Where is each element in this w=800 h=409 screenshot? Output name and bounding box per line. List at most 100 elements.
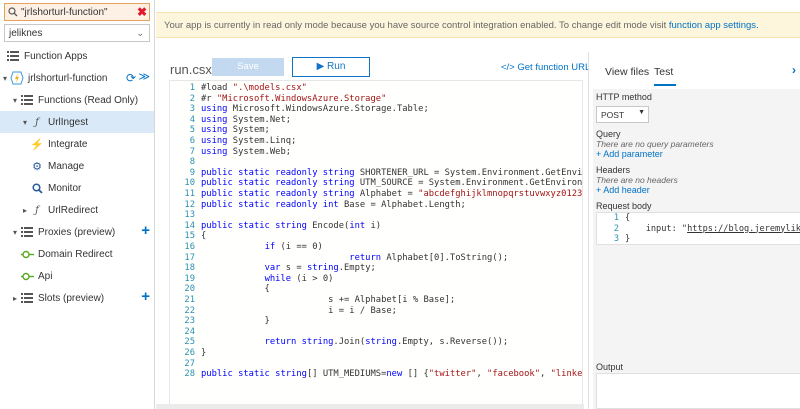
code-token: } bbox=[201, 348, 207, 358]
code-token: s += Alphabet[i % Base]; bbox=[201, 295, 456, 305]
function-app-settings-link[interactable]: function app settings. bbox=[669, 20, 759, 31]
code-token: using bbox=[201, 114, 228, 125]
request-body-line: 3} bbox=[597, 234, 800, 244]
line-number: 8 bbox=[189, 157, 195, 168]
test-panel-body: HTTP method POST ▼ Query There are no qu… bbox=[593, 89, 800, 409]
code-line: 2 #r "Microsoft.WindowsAzure.Storage" bbox=[170, 94, 582, 105]
list-icon bbox=[6, 49, 20, 63]
sidebar-item-urlingest[interactable]: ▾ ƒ UrlIngest bbox=[0, 111, 154, 133]
tab-test[interactable]: Test bbox=[654, 66, 673, 78]
code-token: using bbox=[201, 146, 228, 157]
code-token: new bbox=[386, 369, 403, 380]
run-button[interactable]: ▶ Run bbox=[292, 57, 370, 77]
add-slot-icon[interactable]: + bbox=[141, 288, 150, 305]
file-name: run.csx bbox=[170, 62, 212, 77]
banner-text: Your app is currently in read only mode … bbox=[164, 20, 669, 31]
line-number: 21 bbox=[184, 295, 195, 305]
query-label: Query bbox=[596, 129, 621, 139]
save-button[interactable]: Save bbox=[212, 58, 284, 76]
function-icon: ƒ bbox=[35, 204, 39, 216]
proxy-icon bbox=[20, 247, 34, 261]
horizontal-scrollbar[interactable] bbox=[156, 404, 584, 409]
sidebar-item-app[interactable]: ▾ jrlshorturl-function ⟳ ≫ bbox=[0, 67, 154, 89]
code-token: using bbox=[201, 125, 228, 136]
code-line: 4 using System.Net; bbox=[170, 114, 582, 126]
code-token: public static string bbox=[201, 369, 307, 380]
sidebar-item-label: Proxies (preview) bbox=[38, 226, 116, 238]
chevron-down-icon: ▼ bbox=[638, 109, 645, 116]
line-number: 25 bbox=[184, 337, 195, 348]
line-number: 15 bbox=[184, 231, 195, 242]
sidebar-item-domain-redirect[interactable]: Domain Redirect bbox=[0, 243, 154, 265]
sidebar-item-slots[interactable]: ▸ Slots (preview) + bbox=[0, 287, 154, 309]
subscription-select[interactable]: jeliknes ⌄ bbox=[4, 24, 150, 42]
add-proxy-icon[interactable]: + bbox=[141, 222, 150, 239]
code-token: System.Web; bbox=[227, 146, 292, 157]
request-body-editor[interactable]: 1{2 input: "https://blog.jeremylikne 3} bbox=[596, 212, 800, 245]
refresh-icon[interactable]: ⟳ bbox=[126, 71, 136, 85]
caret-down-icon: ▾ bbox=[22, 117, 27, 127]
search-value: "jrlshorturl-function" bbox=[21, 6, 108, 18]
sidebar-item-monitor[interactable]: Monitor bbox=[0, 177, 154, 199]
sidebar-item-label: Function Apps bbox=[24, 50, 88, 62]
code-token: Alphabet = bbox=[354, 189, 419, 199]
code-token: (i == 0) bbox=[275, 242, 323, 252]
code-token: "linkedin" bbox=[550, 369, 583, 380]
search-input[interactable]: "jrlshorturl-function" ✖ bbox=[4, 3, 150, 21]
sidebar-item-integrate[interactable]: ⚡ Integrate bbox=[0, 133, 154, 155]
code-token: , bbox=[540, 369, 551, 380]
collapse-icon[interactable]: ≫ bbox=[138, 70, 150, 83]
sidebar-item-proxies[interactable]: ▾ Proxies (preview) + bbox=[0, 221, 154, 243]
sidebar-item-manage[interactable]: ⚙ Manage bbox=[0, 155, 154, 177]
add-header-link[interactable]: + Add header bbox=[596, 185, 650, 195]
code-line: 28 public static string[] UTM_MEDIUMS=new… bbox=[170, 369, 583, 380]
clear-search-icon[interactable]: ✖ bbox=[135, 5, 149, 19]
azure-portal: "jrlshorturl-function" ✖ jeliknes ⌄ Func… bbox=[0, 0, 800, 409]
list-icon bbox=[20, 225, 34, 239]
tab-view-files[interactable]: View files bbox=[605, 66, 649, 78]
code-line: 11 public static readonly string Alphabet… bbox=[170, 189, 582, 200]
line-number: 18 bbox=[184, 263, 195, 274]
code-token: } bbox=[201, 316, 270, 327]
request-body-label: Request body bbox=[596, 201, 652, 211]
request-body-text: } bbox=[625, 234, 631, 244]
function-app-icon bbox=[10, 71, 24, 85]
code-token: .Empty; bbox=[338, 263, 376, 274]
sidebar-item-api[interactable]: Api bbox=[0, 265, 154, 287]
output-box bbox=[596, 373, 800, 409]
http-method-select[interactable]: POST ▼ bbox=[596, 106, 649, 123]
code-line: 12 public static readonly int Base = Alph… bbox=[170, 200, 582, 211]
line-number: 7 bbox=[189, 146, 195, 157]
add-parameter-link[interactable]: + Add parameter bbox=[596, 149, 663, 159]
code-token: public static string bbox=[201, 220, 307, 231]
caret-right-icon: ▸ bbox=[12, 293, 17, 303]
sidebar-item-functions[interactable]: ▾ Functions (Read Only) bbox=[0, 89, 154, 111]
line-number: 11 bbox=[184, 189, 195, 199]
list-icon bbox=[20, 291, 34, 305]
code-token: .Join( bbox=[333, 337, 366, 348]
code-editor[interactable]: 1 #load ".\models.csx" 2 #r "Microsoft.Wind… bbox=[169, 80, 583, 409]
read-only-banner: Your app is currently in read only mode … bbox=[156, 12, 800, 38]
code-token: using bbox=[201, 136, 228, 146]
sidebar-item-function-apps[interactable]: Function Apps bbox=[0, 45, 154, 67]
code-line: 6 using System.Linq; bbox=[170, 136, 582, 147]
code-line: 8 bbox=[170, 157, 582, 168]
code-line: 26} bbox=[170, 348, 582, 359]
code-token: { bbox=[201, 284, 270, 295]
caret-down-icon: ▾ bbox=[2, 73, 7, 83]
http-method-label: HTTP method bbox=[596, 92, 652, 102]
code-token: Encode( bbox=[306, 220, 350, 231]
code-line: 5 using System; bbox=[170, 125, 582, 136]
get-function-url-link[interactable]: </> Get function URL bbox=[501, 62, 590, 73]
chevron-down-icon: ⌄ bbox=[136, 28, 144, 38]
sidebar-item-urlredirect[interactable]: ▸ ƒ UrlRedirect bbox=[0, 199, 154, 221]
caret-right-icon: ▸ bbox=[22, 205, 27, 215]
chevron-right-icon[interactable]: › bbox=[792, 63, 796, 77]
code-line: 25 return string.Join(string.Empty, s.Re… bbox=[170, 337, 582, 348]
line-number: 9 bbox=[189, 167, 195, 178]
sidebar-item-label: Domain Redirect bbox=[38, 248, 113, 260]
line-number: 24 bbox=[184, 326, 195, 337]
sidebar-item-label: UrlIngest bbox=[48, 116, 89, 128]
